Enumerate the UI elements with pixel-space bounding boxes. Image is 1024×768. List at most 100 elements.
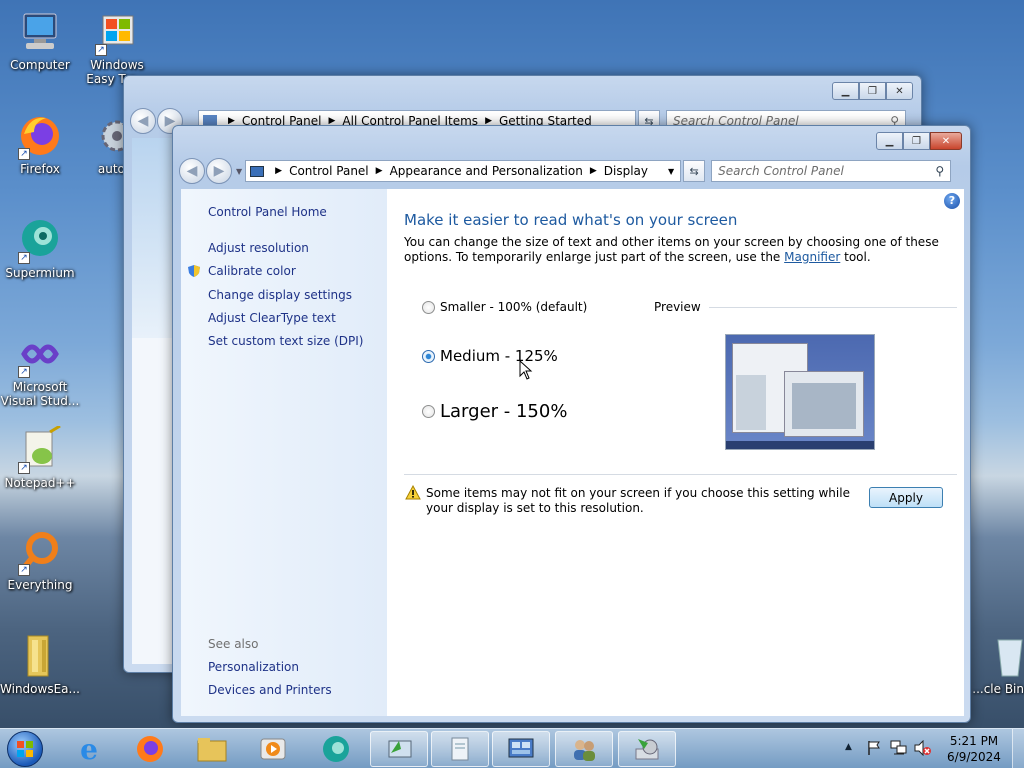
display-window[interactable]: ▁ ❐ ✕ ◀ ▶ ▼ ▶ Control Panel ▶ Appearance… — [172, 125, 971, 723]
desktop-icon-everything[interactable]: ↗ Everything — [0, 528, 80, 592]
display-window-navbar: ◀ ▶ ▼ ▶ Control Panel ▶ Appearance and P… — [179, 158, 964, 184]
taskbar-setup-wizard[interactable] — [618, 731, 676, 767]
warning-text: Some items may not fit on your screen if… — [426, 486, 850, 515]
recycle-bin-icon — [984, 632, 1024, 680]
desktop-icon-notepadpp[interactable]: ↗ Notepad++ — [0, 424, 80, 490]
getting-started-banner — [132, 138, 172, 338]
easy-transfer-icon — [388, 740, 412, 758]
search-placeholder: Search Control Panel — [718, 164, 844, 178]
taskbar-firefox[interactable] — [121, 731, 179, 767]
close-button[interactable]: ✕ — [930, 132, 962, 150]
description-text-end: tool. — [844, 250, 871, 264]
taskbar-user-accounts[interactable] — [555, 731, 613, 767]
breadcrumb-appearance[interactable]: Appearance and Personalization — [390, 164, 583, 178]
back-button[interactable]: ◀ — [179, 158, 205, 184]
clock[interactable]: 5:21 PM 6/9/2024 — [944, 733, 1004, 765]
sidebar-adjust-resolution[interactable]: Adjust resolution — [208, 241, 309, 255]
apply-button[interactable]: Apply — [869, 487, 943, 508]
radio-button-selected[interactable] — [422, 349, 435, 363]
sidebar: Control Panel Home Adjust resolution Cal… — [181, 189, 387, 716]
visual-studio-icon: ↗ — [16, 330, 64, 378]
taskbar-internet-explorer[interactable]: e — [60, 731, 118, 767]
option-label: Smaller - 100% (default) — [440, 300, 588, 314]
minimize-button[interactable]: ▁ — [876, 132, 903, 150]
shortcut-arrow-icon: ↗ — [18, 366, 30, 378]
see-also-heading: See also — [208, 637, 259, 651]
taskbar-windows-easy-transfer[interactable] — [370, 731, 428, 767]
section-divider — [404, 474, 957, 475]
close-button[interactable]: ✕ — [886, 82, 913, 100]
desktop-icon-computer[interactable]: Computer — [0, 8, 80, 72]
sidebar-custom-text-size[interactable]: Set custom text size (DPI) — [208, 334, 363, 348]
sidebar-personalization[interactable]: Personalization — [208, 660, 299, 674]
preview-divider — [709, 307, 957, 308]
back-button[interactable]: ◀ — [130, 108, 156, 134]
minimize-button[interactable]: ▁ — [832, 82, 859, 100]
windows-logo-icon — [17, 741, 33, 757]
sidebar-calibrate-color[interactable]: Calibrate color — [208, 264, 296, 278]
desktop-icon-firefox[interactable]: ↗ Firefox — [0, 112, 80, 176]
desktop-icon-label: Notepad++ — [4, 476, 76, 490]
network-icon[interactable] — [890, 740, 908, 759]
taskbar-file-explorer[interactable] — [183, 731, 241, 767]
computer-icon — [16, 8, 64, 56]
document-icon — [451, 737, 469, 761]
supermium-icon — [323, 736, 349, 762]
action-center-flag-icon[interactable] — [866, 740, 882, 759]
desktop-icon-windowsea-folder[interactable]: WindowsEa... — [0, 632, 80, 696]
breadcrumb-display[interactable]: Display — [604, 164, 648, 178]
show-desktop-button[interactable] — [1012, 729, 1024, 768]
desktop-icon-visual-studio[interactable]: ↗ Microsoft Visual Stud... — [0, 330, 80, 408]
refresh-button[interactable]: ⇆ — [683, 160, 706, 182]
main-panel: ? Make it easier to read what's on your … — [387, 189, 964, 716]
preview-image — [725, 334, 875, 450]
address-bar[interactable]: ▶ Control Panel ▶ Appearance and Persona… — [245, 160, 682, 182]
firefox-icon — [137, 736, 163, 762]
page-description: You can change the size of text and othe… — [404, 235, 949, 265]
help-icon[interactable]: ? — [944, 193, 960, 209]
taskbar-supermium[interactable] — [307, 731, 365, 767]
shortcut-arrow-icon: ↗ — [18, 148, 30, 160]
desktop-icon-label: Supermium — [5, 266, 75, 280]
show-hidden-icons-button[interactable]: ▲ — [845, 742, 852, 752]
taskbar-notepad[interactable] — [431, 731, 489, 767]
preview-label: Preview — [654, 300, 701, 314]
search-input[interactable]: Search Control Panel ⚲ — [711, 160, 952, 182]
address-dropdown-icon[interactable]: ▼ — [668, 167, 674, 176]
radio-button[interactable] — [422, 405, 435, 418]
start-button[interactable] — [7, 731, 43, 767]
shortcut-arrow-icon: ↗ — [18, 564, 30, 576]
sidebar-control-panel-home[interactable]: Control Panel Home — [208, 205, 327, 219]
firefox-icon: ↗ — [16, 112, 64, 160]
desktop-icon-label: Everything — [7, 578, 73, 592]
display-window-content: Control Panel Home Adjust resolution Cal… — [181, 189, 964, 716]
taskbar-control-panel[interactable] — [492, 731, 550, 767]
shortcut-arrow-icon: ↗ — [18, 462, 30, 474]
sidebar-devices-and-printers[interactable]: Devices and Printers — [208, 683, 332, 697]
maximize-button[interactable]: ❐ — [903, 132, 930, 150]
forward-button[interactable]: ▶ — [206, 158, 232, 184]
desktop-icon-label: Microsoft Visual Stud... — [0, 380, 80, 408]
desktop-icon-supermium[interactable]: ↗ Supermium — [0, 216, 80, 280]
sidebar-change-display-settings[interactable]: Change display settings — [208, 288, 352, 302]
warning-icon — [405, 484, 421, 503]
breadcrumb-control-panel[interactable]: Control Panel — [289, 164, 369, 178]
volume-muted-icon[interactable] — [914, 739, 932, 759]
magnifier-link[interactable]: Magnifier — [784, 250, 840, 264]
option-smaller[interactable]: Smaller - 100% (default) — [422, 300, 587, 314]
control-panel-icon — [508, 738, 534, 758]
option-larger[interactable]: Larger - 150% — [422, 401, 567, 422]
notepadpp-icon: ↗ — [16, 424, 64, 474]
option-label: Medium - 125% — [440, 347, 558, 365]
window-caption-buttons: ▁ ❐ ✕ — [876, 132, 962, 150]
media-player-icon — [260, 738, 286, 760]
maximize-button[interactable]: ❐ — [859, 82, 886, 100]
radio-button[interactable] — [422, 300, 435, 314]
option-medium[interactable]: Medium - 125% — [422, 347, 558, 365]
taskbar-media-player[interactable] — [244, 731, 302, 767]
uac-shield-icon — [187, 264, 201, 278]
install-disk-icon — [635, 739, 659, 760]
sidebar-adjust-cleartype[interactable]: Adjust ClearType text — [208, 311, 336, 325]
supermium-icon: ↗ — [16, 216, 64, 264]
recent-pages-dropdown[interactable]: ▼ — [236, 167, 242, 176]
